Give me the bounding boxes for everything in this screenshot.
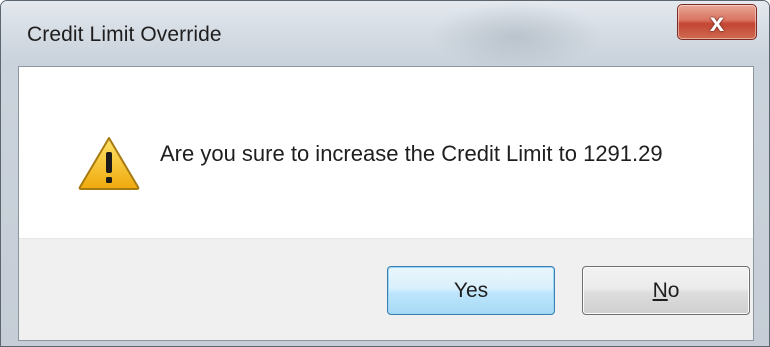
window-title: Credit Limit Override <box>27 23 222 46</box>
no-button[interactable]: No <box>582 266 750 315</box>
title-bar[interactable]: Credit Limit Override x <box>1 1 769 65</box>
no-button-mnemonic: N <box>652 278 668 302</box>
dialog-message: Are you sure to increase the Credit Limi… <box>160 141 663 166</box>
dialog-window: Credit Limit Override x Are you sure to … <box>0 0 770 347</box>
close-icon: x <box>709 6 725 37</box>
button-bar: Yes No <box>19 238 753 340</box>
close-button[interactable]: x <box>677 4 757 40</box>
dialog-body: Are you sure to increase the Credit Limi… <box>18 66 754 341</box>
warning-icon <box>78 137 140 190</box>
yes-button[interactable]: Yes <box>387 266 555 315</box>
no-button-label: o <box>667 278 680 302</box>
yes-button-label: Yes <box>453 278 489 302</box>
title-bar-glass <box>431 1 601 65</box>
message-area: Are you sure to increase the Credit Limi… <box>19 67 753 238</box>
